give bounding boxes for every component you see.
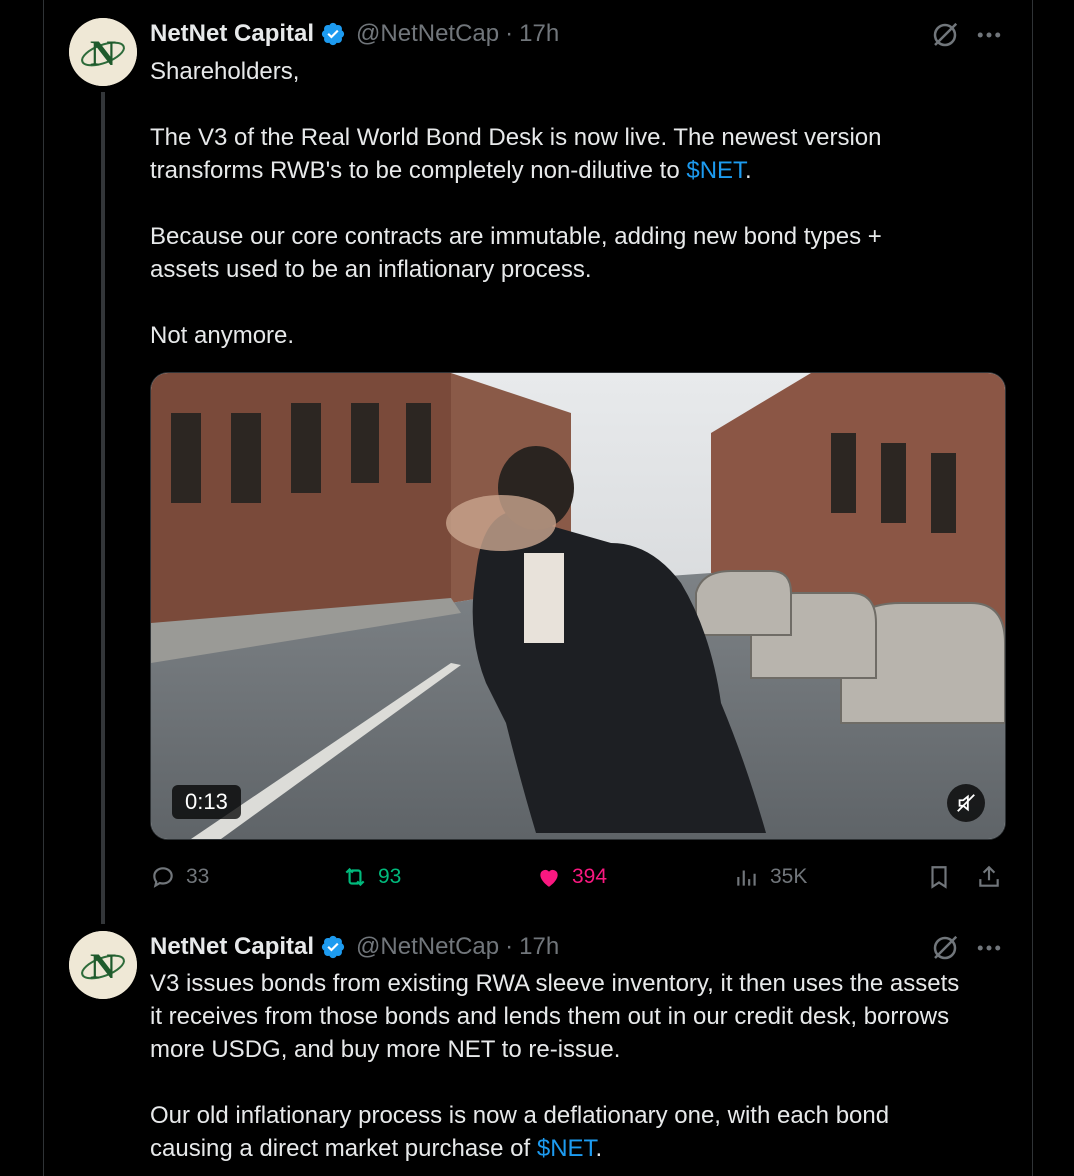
retweet-icon [345,867,365,887]
cashtag-link[interactable]: $NET [537,1135,596,1162]
reply-button[interactable]: 33 [150,858,209,896]
text-line: V3 issues bonds from existing RWA sleeve… [150,970,960,997]
text-line: Because our core contracts are immutable… [150,223,882,250]
bookmark-icon [931,866,947,889]
netnet-logo-icon: N [69,18,137,86]
timestamp[interactable]: 17h [519,933,559,961]
paragraph: Because our core contracts are immutable… [150,220,1010,286]
video-player[interactable]: 0:13 [150,372,1006,840]
video-frame [151,373,1005,839]
like-button[interactable]: 394 [536,858,607,896]
author-name[interactable]: NetNet Capital [150,20,314,48]
grok-icon[interactable] [930,20,960,50]
muted-speaker-icon [957,794,975,812]
author-handle[interactable]: @NetNetCap [356,20,499,48]
text-line: The V3 of the Real World Bond Desk is no… [150,124,882,151]
action-bar: 33 93 394 35K [150,858,1010,896]
timestamp[interactable]: 17h [519,20,559,48]
paragraph: V3 issues bonds from existing RWA sleeve… [150,967,1010,1066]
reply-count: 33 [186,865,210,888]
avatar[interactable]: N [69,18,137,86]
share-icon [979,865,999,887]
grok-icon[interactable] [930,933,960,963]
text-line: transforms RWB's to be completely non-di… [150,157,687,184]
paragraph: Our old inflationary process is now a de… [150,1099,1010,1165]
reply-icon [153,867,173,888]
bookmark-button[interactable] [926,858,962,896]
paragraph: Not anymore. [150,322,295,349]
mute-toggle[interactable] [947,784,985,822]
thread-line [101,92,105,924]
separator-dot: · [505,20,514,47]
retweet-count: 93 [378,865,402,888]
tweet-text: Shareholders, The V3 of the Real World B… [150,55,1010,352]
verified-badge-icon [321,22,345,46]
views-button[interactable]: 35K [734,858,807,896]
text-line: it receives from those bonds and lends t… [150,1003,950,1030]
text-line: . [745,157,752,184]
author-name[interactable]: NetNet Capital [150,933,314,961]
heart-icon [540,869,558,887]
retweet-button[interactable]: 93 [342,858,401,896]
cashtag-link[interactable]: $NET [686,157,745,184]
text-line: more USDG, and buy more NET to re-issue. [150,1036,621,1063]
tweet-header: NetNet Capital @NetNetCap · 17h [150,930,559,964]
text-line: assets used to be an inflationary proces… [150,256,592,283]
paragraph: Shareholders, [150,58,300,85]
views-icon [737,870,756,886]
like-count: 394 [572,865,608,888]
text-line: causing a direct market purchase of [150,1135,537,1162]
separator-dot: · [505,933,514,960]
more-icon[interactable] [974,933,1004,963]
text-line: Our old inflationary process is now a de… [150,1102,890,1129]
svg-text:N: N [90,33,116,73]
author-handle[interactable]: @NetNetCap [356,933,499,961]
text-line: . [595,1135,603,1162]
svg-text:N: N [90,946,116,986]
tweet-header: NetNet Capital @NetNetCap · 17h [150,17,559,51]
view-count: 35K [770,865,808,888]
tweet-text: V3 issues bonds from existing RWA sleeve… [150,967,1010,1165]
share-button[interactable] [976,858,1012,896]
avatar[interactable]: N [69,931,137,999]
verified-badge-icon [321,935,345,959]
netnet-logo-icon: N [69,931,137,999]
video-duration: 0:13 [172,785,241,819]
more-icon[interactable] [974,20,1004,50]
paragraph: The V3 of the Real World Bond Desk is no… [150,121,1010,187]
